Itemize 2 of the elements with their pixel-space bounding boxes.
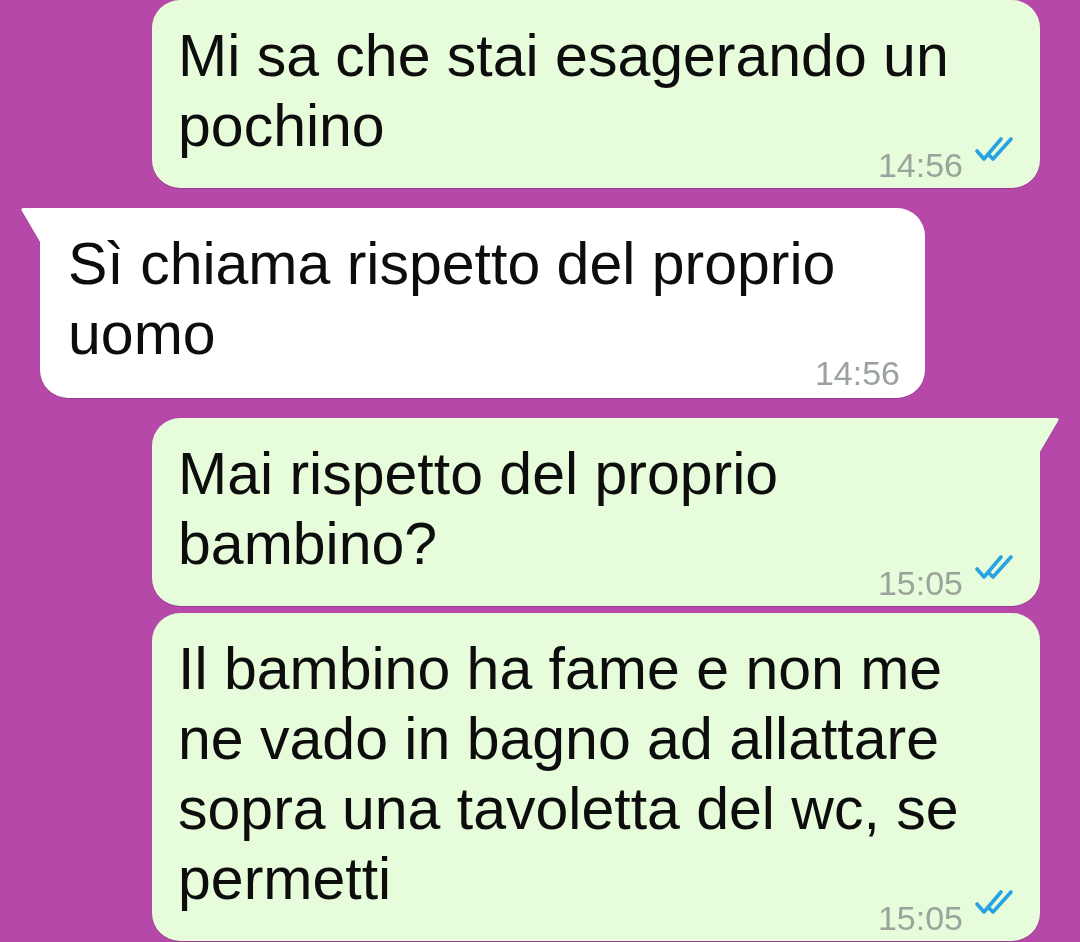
message-time: 15:05	[877, 566, 963, 600]
message-text: Mai rispetto del proprio bambino?	[178, 441, 779, 577]
